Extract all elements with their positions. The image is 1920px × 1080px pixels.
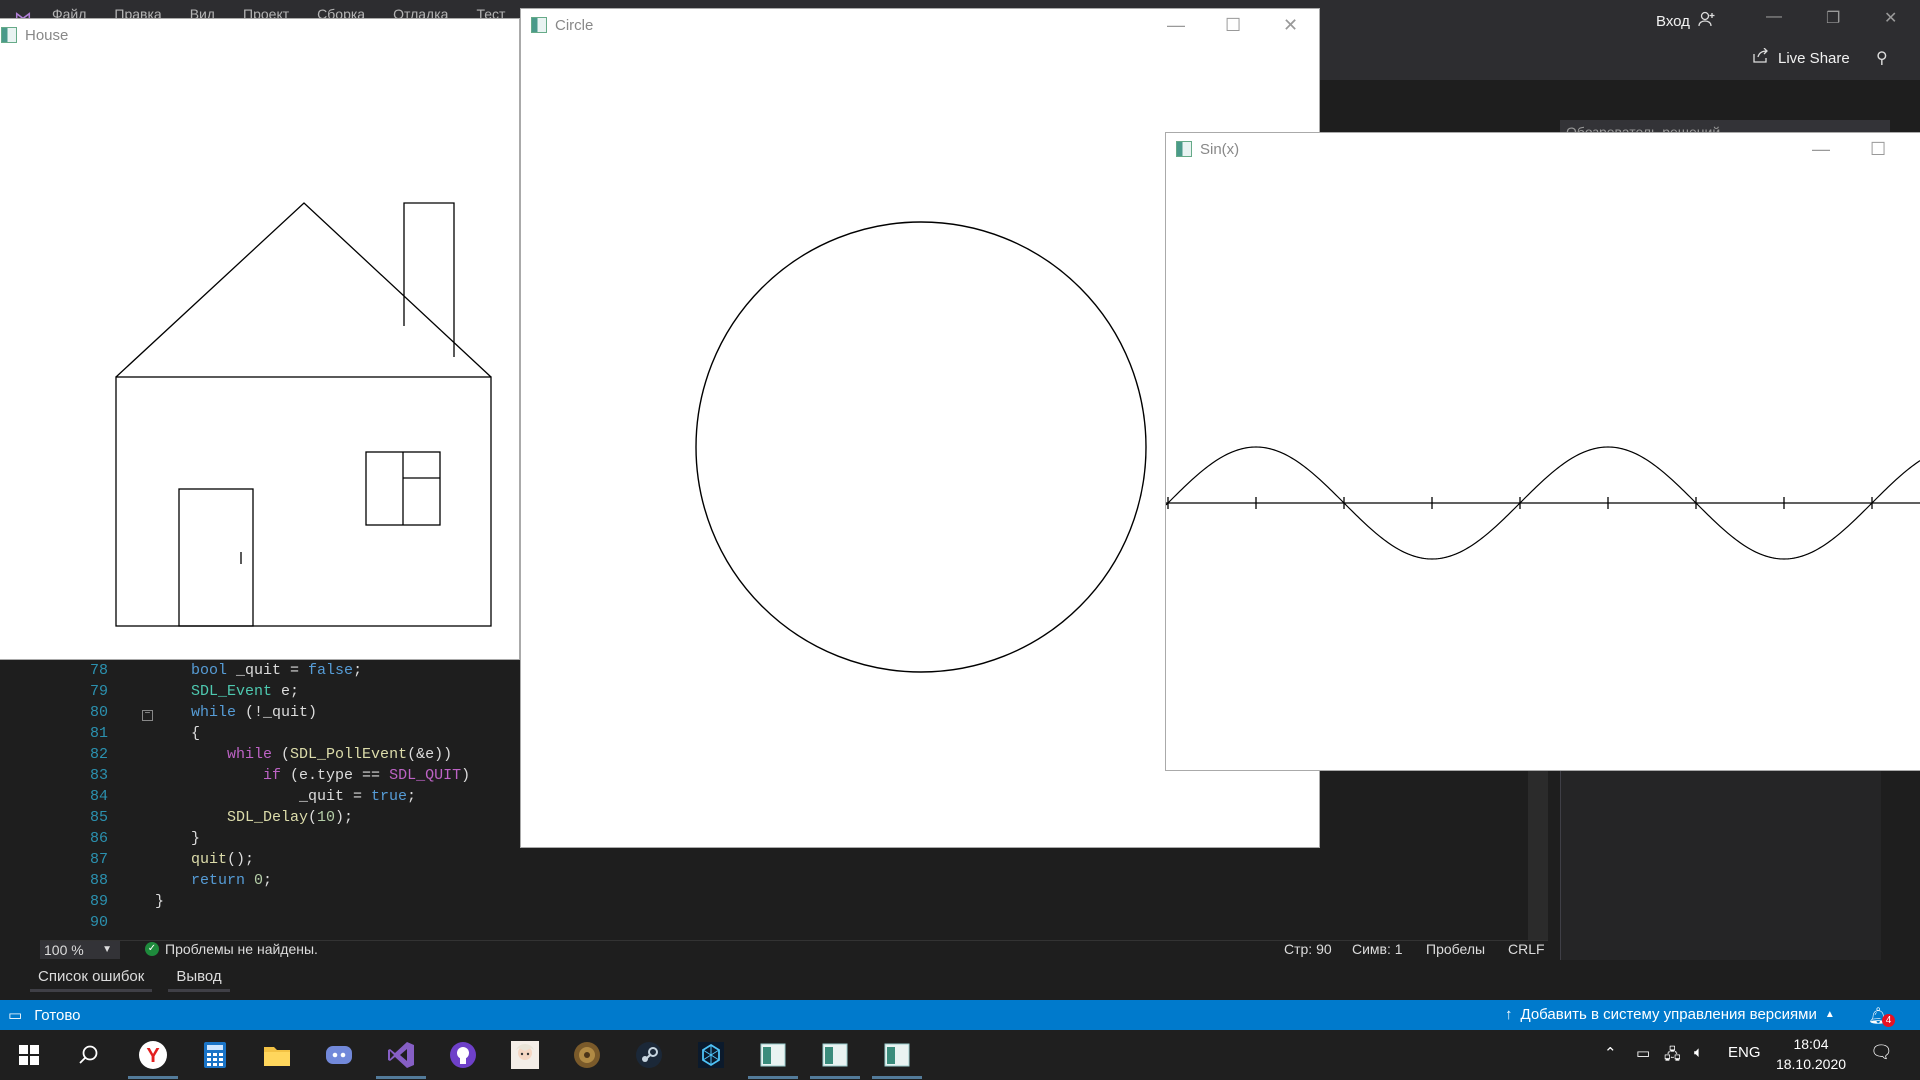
minimize-icon[interactable]: — <box>1167 15 1185 36</box>
search-icon[interactable] <box>70 1036 108 1074</box>
circle-shape <box>695 221 1147 673</box>
maximize-icon[interactable]: ☐ <box>1870 139 1886 160</box>
sdl-window-app-icon[interactable] <box>754 1036 792 1074</box>
taskbar-clock[interactable]: 18:04 18.10.2020 <box>1766 1034 1856 1074</box>
ready-icon: ▭ <box>8 1007 23 1024</box>
app-window-icon <box>1 27 17 43</box>
zoom-value: 100 % <box>44 942 84 958</box>
windows-start-icon[interactable] <box>10 1036 48 1074</box>
close-icon[interactable]: ✕ <box>1884 8 1897 28</box>
steam-icon[interactable] <box>630 1036 668 1074</box>
restore-icon[interactable]: ❐ <box>1826 8 1840 28</box>
sdl-window-app-icon[interactable] <box>816 1036 854 1074</box>
app-window-icon <box>1176 141 1192 157</box>
anime-app-icon[interactable] <box>506 1036 544 1074</box>
sin-window[interactable]: Sin(x) — ☐ <box>1165 132 1920 771</box>
house-body-shape <box>115 376 492 627</box>
visual-studio-icon[interactable] <box>382 1036 420 1074</box>
tab-output[interactable]: Вывод <box>168 964 230 992</box>
line-ending-status[interactable]: CRLF <box>1508 941 1545 957</box>
zoom-select[interactable]: 100 % ▼ <box>40 941 120 959</box>
game-launcher-icon[interactable] <box>568 1036 606 1074</box>
sin-window-titlebar[interactable]: Sin(x) <box>1166 133 1920 165</box>
clock-time: 18:04 <box>1793 1036 1829 1052</box>
chevron-down-icon: ▼ <box>102 944 112 955</box>
problems-text: Проблемы не найдены. <box>165 941 318 957</box>
sign-in-button[interactable]: Вход <box>1656 10 1716 32</box>
maximize-icon[interactable]: ☐ <box>1225 15 1241 36</box>
column-number-status[interactable]: Симв: 1 <box>1352 941 1403 957</box>
sdl-window-app-icon[interactable] <box>878 1036 916 1074</box>
share-icon <box>1752 47 1770 68</box>
bottom-panel-tabs: Список ошибок Вывод <box>30 964 230 992</box>
sin-window-title: Sin(x) <box>1200 140 1240 158</box>
chimney-shape <box>403 202 455 357</box>
add-to-source-control-button[interactable]: ↑ Добавить в систему управления версиями… <box>1505 1006 1835 1023</box>
live-share-label: Live Share <box>1778 49 1850 67</box>
circle-window-titlebar[interactable]: Circle <box>521 9 1319 41</box>
source-control-label: Добавить в систему управления версиями <box>1520 1006 1817 1023</box>
code-line: 87 quit(); <box>89 851 255 868</box>
volume-icon[interactable]: 🔈︎ <box>1694 1044 1703 1061</box>
action-center-icon[interactable]: 🗨︎ <box>1870 1042 1893 1063</box>
minimize-icon[interactable]: — <box>1812 139 1830 160</box>
roof-shape <box>115 202 492 378</box>
code-line: 90 <box>89 914 108 931</box>
file-explorer-icon[interactable] <box>258 1036 296 1074</box>
code-line: 88 return 0; <box>89 872 273 889</box>
problems-status[interactable]: ✓ Проблемы не найдены. <box>145 941 318 957</box>
network-icon[interactable]: 🖧︎ <box>1664 1044 1681 1069</box>
chevron-up-icon[interactable]: ⌃ <box>1604 1044 1617 1062</box>
feedback-icon[interactable]: ⚲ <box>1876 48 1888 68</box>
indentation-status[interactable]: Пробелы <box>1426 941 1485 957</box>
notification-count-badge: 4 <box>1882 1014 1895 1027</box>
code-line: 89} <box>89 893 165 910</box>
calculator-icon[interactable] <box>196 1036 234 1074</box>
github-desktop-icon[interactable] <box>444 1036 482 1074</box>
discord-icon[interactable] <box>320 1036 358 1074</box>
sign-in-label: Вход <box>1656 12 1690 30</box>
sin-canvas <box>1166 446 1920 560</box>
clock-date: 18.10.2020 <box>1775 1056 1847 1072</box>
language-indicator[interactable]: ENG <box>1728 1044 1761 1061</box>
door-shape <box>178 488 254 627</box>
check-circle-icon: ✓ <box>145 942 159 956</box>
live-share-button[interactable]: Live Share <box>1752 47 1850 68</box>
caret-up-icon: ▲ <box>1824 1009 1835 1020</box>
app-window-icon <box>531 17 547 33</box>
yandex-browser-icon[interactable]: Y <box>134 1036 172 1074</box>
house-window-titlebar[interactable]: House <box>0 19 519 51</box>
house-window[interactable]: House <box>0 18 520 660</box>
status-ready-label: Готово <box>34 1006 81 1024</box>
status-ready: ▭ Готово <box>8 1006 81 1025</box>
house-window-title: House <box>25 26 69 44</box>
tab-error-list[interactable]: Список ошибок <box>30 964 153 992</box>
unity-hub-icon[interactable] <box>692 1036 730 1074</box>
line-number-status[interactable]: Стр: 90 <box>1284 941 1332 957</box>
battery-icon[interactable]: ▭ <box>1636 1044 1650 1062</box>
close-icon[interactable]: ✕ <box>1283 15 1298 36</box>
circle-window-title: Circle <box>555 16 594 34</box>
add-user-icon <box>1698 10 1716 32</box>
minimize-icon[interactable]: — <box>1766 8 1782 26</box>
arrow-up-icon: ↑ <box>1505 1006 1513 1023</box>
svg-text:Y: Y <box>146 1045 160 1067</box>
house-canvas <box>115 202 492 627</box>
